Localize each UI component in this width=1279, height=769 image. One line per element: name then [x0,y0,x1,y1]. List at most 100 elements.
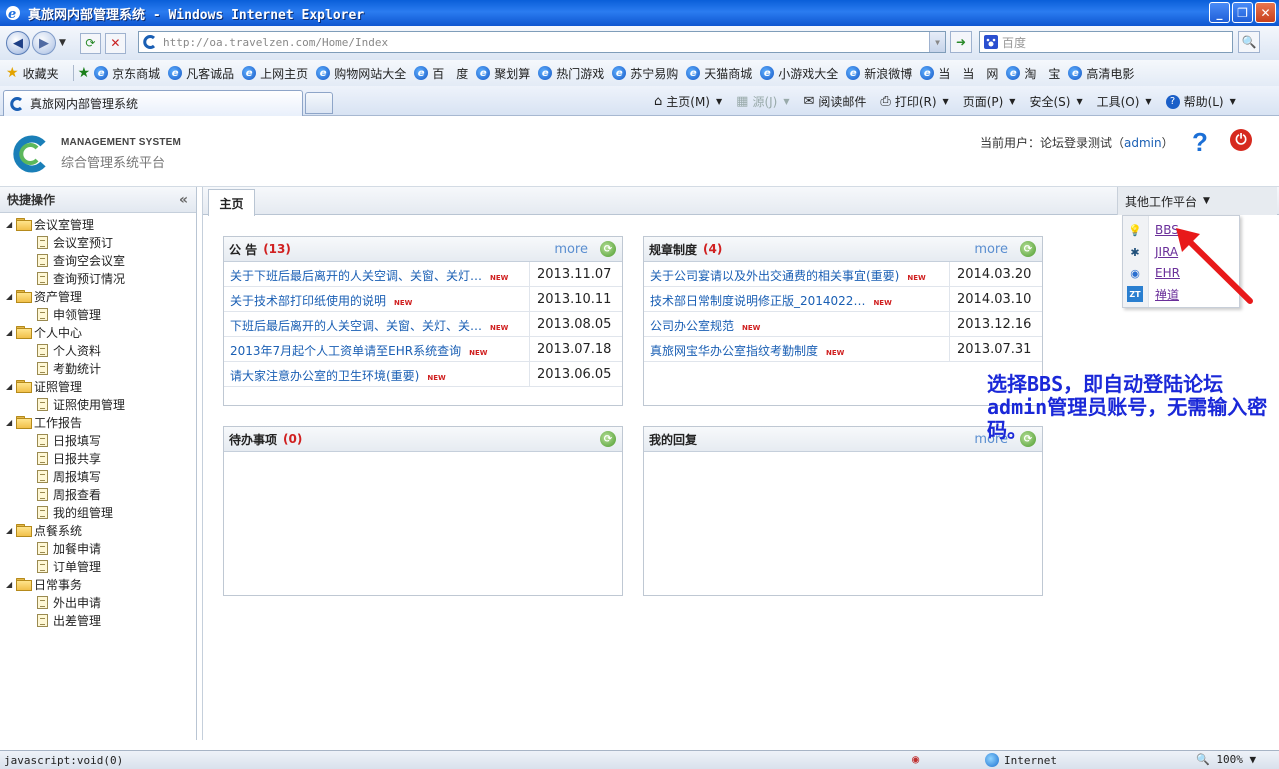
expand-toggle-icon[interactable]: ◢ [6,220,16,229]
app-header: MANAGEMENT SYSTEM 综合管理系统平台 当前用户：论坛登录测试（a… [0,117,1279,187]
new-badge: NEW [427,374,446,382]
logout-power-icon[interactable]: ⏻ [1230,129,1252,151]
sidebar-item[interactable]: 加餐申请 [0,539,196,557]
expand-toggle-icon[interactable]: ◢ [6,580,16,589]
collapse-sidebar-icon[interactable]: « [179,192,188,208]
expand-toggle-icon[interactable]: ◢ [6,418,16,427]
sidebar-group[interactable]: ◢ 点餐系统 [0,521,196,539]
favorite-link[interactable]: e百 度 [414,65,468,82]
expand-toggle-icon[interactable]: ◢ [6,526,16,535]
maximize-button[interactable]: ❐ [1232,2,1253,23]
sidebar-item[interactable]: 周报填写 [0,467,196,485]
expand-toggle-icon[interactable]: ◢ [6,292,16,301]
sidebar-group[interactable]: ◢ 个人中心 [0,323,196,341]
list-item-link[interactable]: 关于下班后最后离开的人关空调、关窗、关灯… NEW [230,267,508,284]
todo-panel: 待办事项 (0) ⟳ [223,426,623,596]
list-item-title: 关于下班后最后离开的人关空调、关窗、关灯… [230,269,483,283]
refresh-icon[interactable]: ⟳ [600,431,616,447]
search-input[interactable]: 百度 [979,31,1233,53]
sidebar-item[interactable]: 个人资料 [0,341,196,359]
add-favorite-icon[interactable]: ★ [78,65,91,81]
back-button[interactable]: ◀ [6,31,30,55]
command-tools[interactable]: 工具(O) ▼ [1097,93,1152,110]
ie-page-icon: e [612,66,627,80]
favorite-link[interactable]: e 小游戏大全 [760,65,838,82]
favorite-link[interactable]: e 购物网站大全 [316,65,406,82]
go-button[interactable]: ➜ [950,31,972,53]
favorite-link[interactable]: e淘 宝 [1006,65,1060,82]
sidebar-group[interactable]: ◢ 会议室管理 [0,215,196,233]
favorite-link[interactable]: e 凡客诚品 [168,65,234,82]
expand-toggle-icon[interactable]: ◢ [6,328,16,337]
privacy-report-icon[interactable]: ◉ [912,752,919,766]
favorite-link[interactable]: e 聚划算 [476,65,530,82]
list-item-link[interactable]: 2013年7月起个人工资单请至EHR系统查询 NEW [230,342,488,359]
sidebar-item[interactable]: 订单管理 [0,557,196,575]
address-dropdown-icon[interactable]: ▼ [929,32,945,52]
command-safety[interactable]: 安全(S) ▼ [1029,93,1082,110]
list-item-date: 2013.08.05 [529,312,611,336]
address-input[interactable]: http://oa.travelzen.com/Home/Index ▼ [138,31,946,53]
sidebar-group[interactable]: ◢ 日常事务 [0,575,196,593]
forward-button[interactable]: ▶ [32,31,56,55]
favorite-link[interactable]: e当 当 网 [920,65,998,82]
sidebar-item[interactable]: 证照使用管理 [0,395,196,413]
list-item-link[interactable]: 公司办公室规范 NEW [650,317,760,334]
new-tab-button[interactable] [305,92,333,114]
command-home[interactable]: ⌂ 主页(M) ▼ [654,93,722,110]
help-icon[interactable]: ? [1192,127,1214,157]
command-page[interactable]: 页面(P) ▼ [963,93,1016,110]
refresh-icon[interactable]: ⟳ [1020,241,1036,257]
announcements-more-link[interactable]: more [554,242,588,257]
sidebar-group[interactable]: ◢ 资产管理 [0,287,196,305]
favorite-link[interactable]: e 热门游戏 [538,65,604,82]
command-feeds[interactable]: ▦ 源(J) ▼ [736,93,789,110]
sidebar-group[interactable]: ◢ 证照管理 [0,377,196,395]
favorite-link[interactable]: e 京东商城 [94,65,160,82]
tab-home[interactable]: 主页 [208,189,255,216]
sidebar-item[interactable]: 考勤统计 [0,359,196,377]
browser-tab-active[interactable]: 真旅网内部管理系统 [3,90,303,116]
sidebar-item[interactable]: 会议室预订 [0,233,196,251]
list-item-link[interactable]: 下班后最后离开的人关空调、关窗、关灯、关… NEW [230,317,508,334]
list-item-link[interactable]: 真旅网宝华办公室指纹考勤制度 NEW [650,342,844,359]
command-print[interactable]: ⎙ 打印(R) ▼ [880,93,948,110]
other-platform-menu[interactable]: 其他工作平台 ▼ [1117,187,1277,215]
sidebar-item[interactable]: 日报填写 [0,431,196,449]
favorite-link[interactable]: e 新浪微博 [846,65,912,82]
zoom-level[interactable]: 🔍 100% ▼ [1196,753,1256,766]
sidebar-item[interactable]: 我的组管理 [0,503,196,521]
search-button[interactable]: 🔍 [1238,31,1260,53]
list-item-link[interactable]: 关于公司宴请以及外出交通费的相关事宜(重要) NEW [650,267,926,284]
sidebar-item[interactable]: 查询空会议室 [0,251,196,269]
list-item-link[interactable]: 技术部日常制度说明修正版_2014022… NEW [650,292,892,309]
sidebar-item[interactable]: 日报共享 [0,449,196,467]
favorite-link[interactable]: e 天猫商城 [686,65,752,82]
sidebar-group[interactable]: ◢ 工作报告 [0,413,196,431]
sidebar-item[interactable]: 周报查看 [0,485,196,503]
regulations-more-link[interactable]: more [974,242,1008,257]
list-item-link[interactable]: 请大家注意办公室的卫生环境(重要) NEW [230,367,446,384]
stop-button[interactable]: ✕ [104,32,126,54]
command-help[interactable]: ? 帮助(L) ▼ [1165,93,1236,110]
expand-toggle-icon[interactable]: ◢ [6,382,16,391]
current-user-id[interactable]: admin [1124,136,1162,150]
refresh-icon[interactable]: ⟳ [600,241,616,257]
close-window-button[interactable]: ✕ [1255,2,1276,23]
favorite-link[interactable]: e 苏宁易购 [612,65,678,82]
sidebar-item[interactable]: 查询预订情况 [0,269,196,287]
command-mail[interactable]: ✉ 阅读邮件 [804,93,867,110]
refresh-button[interactable]: ⟳ [79,32,101,54]
list-item-link[interactable]: 关于技术部打印纸使用的说明 NEW [230,292,412,309]
sidebar-item[interactable]: 外出申请 [0,593,196,611]
sidebar-item[interactable]: 申领管理 [0,305,196,323]
favorite-link[interactable]: e 高清电影 [1068,65,1134,82]
security-zone[interactable]: Internet [985,753,1057,767]
sidebar-item[interactable]: 出差管理 [0,611,196,629]
favorites-star-icon[interactable]: ★ [6,65,19,81]
favorite-link[interactable]: e 上网主页 [242,65,308,82]
minimize-button[interactable]: _ [1209,2,1230,23]
history-dropdown-icon[interactable]: ▼ [59,38,66,48]
favorites-label[interactable]: 收藏夹 [23,65,59,82]
command-label: 帮助(L) [1183,95,1224,109]
